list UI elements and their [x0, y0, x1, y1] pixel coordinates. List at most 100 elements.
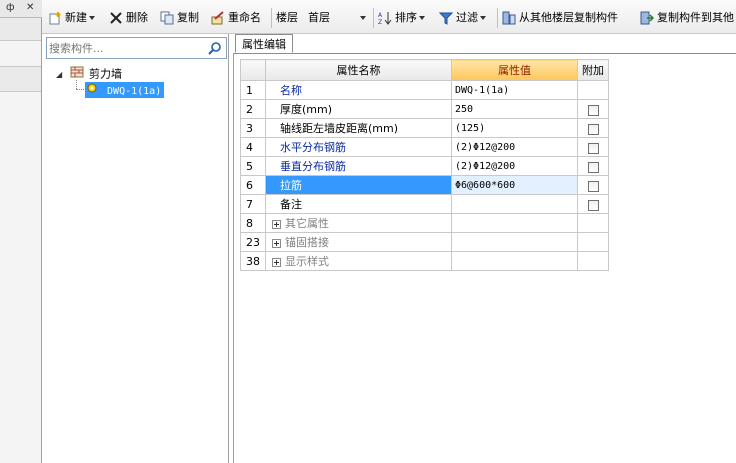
property-name[interactable]: 备注	[265, 194, 452, 214]
copy-to-floor-label: 复制构件到其他	[657, 11, 734, 24]
property-value	[451, 213, 578, 233]
floor-select-value: 首层	[308, 11, 330, 24]
property-name[interactable]: 拉筋	[265, 175, 452, 195]
search-icon[interactable]	[208, 41, 222, 55]
chevron-down-icon	[360, 16, 366, 20]
property-group[interactable]: 锚固搭接	[265, 232, 452, 252]
table-row[interactable]: 2 厚度(mm) 250	[240, 99, 609, 119]
extra-cell	[577, 137, 609, 157]
property-value[interactable]: (2)Φ12@200	[451, 137, 578, 157]
table-row[interactable]: 1 名称 DWQ-1(1a)	[240, 80, 609, 100]
property-name[interactable]: 名称	[265, 80, 452, 100]
table-row-group[interactable]: 8 其它属性	[240, 213, 609, 233]
table-row[interactable]: 7 备注	[240, 194, 609, 214]
table-row[interactable]: 3 轴线距左墙皮距离(mm) (125)	[240, 118, 609, 138]
extra-checkbox[interactable]	[587, 123, 599, 135]
extra-cell	[577, 118, 609, 138]
row-number: 2	[240, 99, 266, 119]
property-value[interactable]	[451, 194, 578, 214]
filter-button[interactable]: 过滤	[438, 10, 486, 26]
component-tree-panel: ◢ 剪力墙 DWQ-1(1a)	[42, 34, 229, 463]
expand-icon[interactable]	[272, 238, 281, 248]
extra-cell	[577, 194, 609, 214]
dock-header: ф ✕	[0, 0, 42, 18]
extra-cell	[577, 156, 609, 176]
copy-from-floor-icon	[502, 11, 516, 25]
tree-node-dwq-1[interactable]: DWQ-1(1a)	[85, 82, 165, 98]
table-row[interactable]: 4 水平分布钢筋 (2)Φ12@200	[240, 137, 609, 157]
row-number: 3	[240, 118, 266, 138]
extra-checkbox[interactable]	[587, 180, 599, 192]
property-name[interactable]: 轴线距左墙皮距离(mm)	[265, 118, 452, 138]
property-grid: 属性名称 属性值 附加 1 名称 DWQ-1(1a) 2 厚度(mm) 250 …	[240, 59, 609, 271]
expand-icon[interactable]	[272, 257, 281, 267]
toolbar-separator	[497, 8, 498, 28]
property-name[interactable]: 垂直分布钢筋	[265, 156, 452, 176]
delete-label: 删除	[126, 11, 148, 24]
chevron-down-icon	[480, 16, 486, 20]
grid-header-name[interactable]: 属性名称	[265, 59, 452, 81]
extra-checkbox[interactable]	[587, 142, 599, 154]
property-value[interactable]: (125)	[451, 118, 578, 138]
copy-to-floor-button[interactable]: 复制构件到其他	[640, 10, 734, 26]
table-row-selected[interactable]: 6 拉筋 Φ6@600*600	[240, 175, 609, 195]
dock-panel-tab[interactable]	[0, 66, 41, 92]
property-value[interactable]: 250	[451, 99, 578, 119]
grid-header-num	[240, 59, 266, 81]
extra-cell	[577, 213, 609, 233]
tree-node-label: 剪力墙	[89, 67, 122, 81]
property-group[interactable]: 显示样式	[265, 251, 452, 271]
table-row[interactable]: 5 垂直分布钢筋 (2)Φ12@200	[240, 156, 609, 176]
search-box[interactable]	[46, 37, 227, 59]
property-value[interactable]: Φ6@600*600	[451, 175, 578, 195]
row-number: 7	[240, 194, 266, 214]
pane-border	[233, 53, 234, 463]
svg-text:A: A	[378, 12, 383, 19]
table-row-group[interactable]: 38 显示样式	[240, 251, 609, 271]
copy-from-floor-button[interactable]: 从其他楼层复制构件	[502, 10, 618, 26]
row-number: 1	[240, 80, 266, 100]
floor-select[interactable]: 首层	[308, 10, 368, 26]
sort-label: 排序	[395, 11, 417, 24]
grid-header-extra[interactable]: 附加	[577, 59, 609, 81]
property-value	[451, 251, 578, 271]
copy-from-floor-label: 从其他楼层复制构件	[519, 11, 618, 24]
extra-checkbox[interactable]	[587, 161, 599, 173]
pin-icon[interactable]: ф	[6, 2, 15, 13]
dock-panel-tab[interactable]	[0, 18, 41, 41]
tab-property-edit[interactable]: 属性编辑	[235, 34, 293, 53]
property-editor-pane: 属性编辑 属性名称 属性值 附加 1 名称 DWQ-1(1a) 2 厚度(mm)…	[229, 34, 736, 463]
property-value[interactable]: (2)Φ12@200	[451, 156, 578, 176]
rename-icon	[211, 11, 225, 25]
extra-cell	[577, 99, 609, 119]
property-group-label: 显示样式	[285, 255, 329, 268]
property-value[interactable]: DWQ-1(1a)	[451, 80, 578, 100]
extra-checkbox[interactable]	[587, 104, 599, 116]
tab-strip	[233, 34, 736, 54]
delete-button[interactable]: 删除	[109, 10, 148, 26]
tree-connector	[76, 89, 84, 91]
tree-collapse-icon[interactable]: ◢	[56, 67, 64, 83]
property-name[interactable]: 水平分布钢筋	[265, 137, 452, 157]
property-group[interactable]: 其它属性	[265, 213, 452, 233]
rename-button[interactable]: 重命名	[211, 10, 261, 26]
property-name[interactable]: 厚度(mm)	[265, 99, 452, 119]
row-number: 38	[240, 251, 266, 271]
close-icon[interactable]: ✕	[26, 2, 34, 13]
search-input[interactable]	[49, 40, 199, 56]
expand-icon[interactable]	[272, 219, 281, 229]
chevron-down-icon	[89, 16, 95, 20]
extra-cell	[577, 80, 609, 100]
copy-button[interactable]: 复制	[160, 10, 199, 26]
table-row-group[interactable]: 23 锚固搭接	[240, 232, 609, 252]
row-number: 4	[240, 137, 266, 157]
new-button[interactable]: 新建	[48, 10, 95, 26]
copy-to-floor-icon	[640, 11, 655, 25]
sort-icon: AZ	[378, 11, 392, 26]
extra-checkbox[interactable]	[587, 199, 599, 211]
new-icon	[48, 11, 62, 25]
toolbar: 新建 删除 复制 重命名 楼层 首层 AZ 排序 过滤 从其他楼层复制构件 复制…	[42, 0, 736, 34]
grid-header-value[interactable]: 属性值	[451, 59, 578, 81]
tree-node-shear-wall[interactable]: ◢ 剪力墙	[56, 66, 122, 82]
sort-button[interactable]: AZ 排序	[378, 10, 425, 26]
